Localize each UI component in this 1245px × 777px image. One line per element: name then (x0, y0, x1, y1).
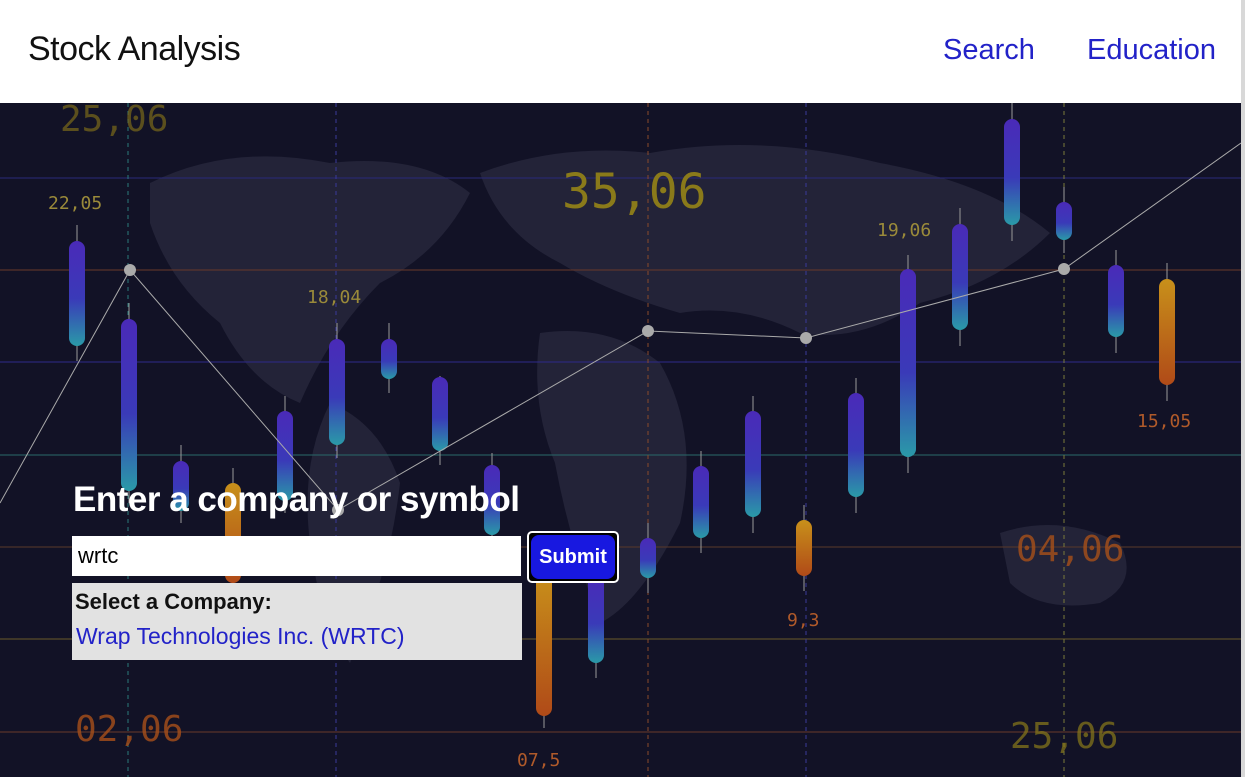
bg-label: 19,06 (877, 220, 931, 241)
bg-label: 02,06 (75, 709, 183, 750)
bg-label: 35,06 (562, 164, 707, 220)
suggestions-title: Select a Company: (75, 589, 272, 614)
submit-button[interactable]: Submit (531, 535, 615, 579)
company-suggestion-item[interactable]: Wrap Technologies Inc. (WRTC) (76, 623, 405, 650)
bg-label: 04,06 (1016, 529, 1124, 570)
nav-search-link[interactable]: Search (943, 34, 1035, 67)
company-search-input[interactable] (72, 536, 521, 576)
scrollbar[interactable] (1241, 0, 1245, 777)
bg-label: 07,5 (517, 750, 560, 771)
search-heading: Enter a company or symbol (73, 480, 520, 519)
bg-label: 18,04 (307, 287, 361, 308)
bg-label: 22,05 (48, 193, 102, 214)
hero-background: 25,06 22,05 35,06 18,04 19,06 15,05 04,0… (0, 103, 1241, 777)
company-suggestions: Select a Company: Wrap Technologies Inc.… (72, 583, 522, 660)
bg-label: 9,3 (787, 610, 820, 631)
bg-label: 15,05 (1137, 411, 1191, 432)
site-brand[interactable]: Stock Analysis (28, 30, 241, 69)
bg-label: 25,06 (60, 103, 168, 140)
bg-label: 25,06 (1010, 716, 1118, 757)
stock-chart-backdrop: 25,06 22,05 35,06 18,04 19,06 15,05 04,0… (0, 103, 1241, 777)
top-navigation-bar: Stock Analysis Search Education (0, 0, 1241, 103)
nav-education-link[interactable]: Education (1087, 34, 1216, 67)
